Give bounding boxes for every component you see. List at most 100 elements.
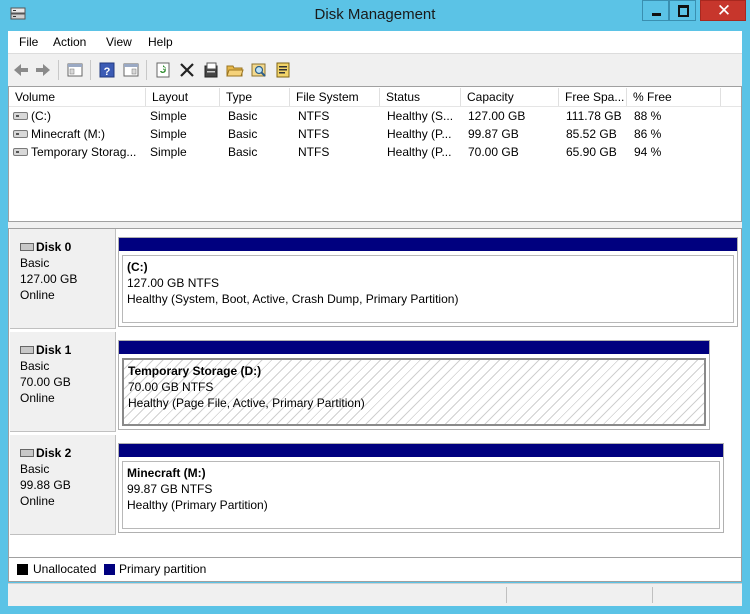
- window-title: Disk Management: [314, 6, 436, 23]
- volume-icon: [13, 130, 28, 138]
- disk-icon: [20, 449, 34, 457]
- properties-pane-icon[interactable]: [122, 61, 140, 79]
- volume-icon: [13, 148, 28, 156]
- partition-body[interactable]: (C:) 127.00 GB NTFS Healthy (System, Boo…: [122, 255, 734, 323]
- disk-row-2: Disk 2 Basic 99.88 GB Online Minecraft (…: [9, 435, 741, 535]
- partition-size: 99.87 GB NTFS: [127, 482, 213, 496]
- volume-file-system: NTFS: [298, 145, 330, 159]
- disk-management-app-icon[interactable]: [10, 7, 26, 21]
- disk-label-0[interactable]: Disk 0 Basic 127.00 GB Online: [10, 229, 116, 329]
- volume-list[interactable]: Volume Layout Type File System Status Ca…: [8, 86, 742, 222]
- volume-capacity: 99.87 GB: [468, 127, 519, 141]
- disk-name: Disk 1: [36, 343, 72, 357]
- refresh-icon[interactable]: [154, 61, 172, 79]
- disk-state: Online: [20, 288, 55, 302]
- back-arrow-icon[interactable]: [12, 61, 30, 79]
- partition-body-selected[interactable]: Temporary Storage (D:) 70.00 GB NTFS Hea…: [122, 358, 706, 426]
- close-icon: ✕: [716, 1, 732, 21]
- menu-help[interactable]: Help: [148, 35, 173, 49]
- partition-status: Healthy (Primary Partition): [127, 498, 268, 512]
- volume-capacity: 127.00 GB: [468, 109, 526, 123]
- partition-color-bar: [119, 341, 709, 354]
- minimize-button[interactable]: [642, 0, 669, 21]
- column-header-status[interactable]: Status: [380, 88, 461, 106]
- volume-layout: Simple: [150, 127, 187, 141]
- disk-view[interactable]: Disk 0 Basic 127.00 GB Online (C:) 127.0…: [8, 228, 742, 558]
- disk-label-1[interactable]: Disk 1 Basic 70.00 GB Online: [10, 332, 116, 432]
- disk-type: Basic: [20, 462, 50, 476]
- delete-icon[interactable]: [178, 61, 196, 79]
- legend-label-unallocated: Unallocated: [33, 562, 97, 576]
- partition-color-bar: [119, 238, 737, 251]
- legend: Unallocated Primary partition: [8, 558, 742, 582]
- close-button[interactable]: ✕: [700, 0, 746, 21]
- column-header-volume[interactable]: Volume: [9, 88, 146, 106]
- disk-size: 70.00 GB: [20, 375, 71, 389]
- volume-status: Healthy (P...: [387, 127, 452, 141]
- svg-text:?: ?: [104, 66, 111, 78]
- disk-management-window: Disk Management ✕ File Action View Help …: [0, 0, 750, 614]
- toolbar-separator: [90, 60, 91, 80]
- volume-percent-free: 86 %: [634, 127, 662, 141]
- export-icon[interactable]: [274, 61, 292, 79]
- partition-title: (C:): [127, 260, 148, 274]
- maximize-button[interactable]: [669, 0, 696, 21]
- partition-d[interactable]: Temporary Storage (D:) 70.00 GB NTFS Hea…: [118, 340, 710, 430]
- volume-layout: Simple: [150, 109, 187, 123]
- status-separator: [652, 587, 653, 603]
- column-header-percent-free[interactable]: % Free: [627, 88, 721, 106]
- forward-arrow-icon[interactable]: [34, 61, 52, 79]
- help-icon[interactable]: ?: [98, 61, 116, 79]
- disk-icon: [20, 346, 34, 354]
- volume-layout: Simple: [150, 145, 187, 159]
- title-bar[interactable]: Disk Management ✕: [0, 0, 750, 31]
- toolbar: ?: [8, 53, 742, 86]
- menu-action[interactable]: Action: [53, 35, 86, 49]
- disk-row-1: Disk 1 Basic 70.00 GB Online Temporary S…: [9, 332, 741, 432]
- volume-type: Basic: [228, 127, 258, 141]
- toolbar-separator: [146, 60, 147, 80]
- table-row[interactable]: Minecraft (M:) Simple Basic NTFS Healthy…: [9, 125, 741, 143]
- legend-label-primary: Primary partition: [119, 562, 207, 576]
- disk-size: 127.00 GB: [20, 272, 78, 286]
- column-header-capacity[interactable]: Capacity: [461, 88, 559, 106]
- properties-icon[interactable]: [202, 61, 220, 79]
- disk-row-0: Disk 0 Basic 127.00 GB Online (C:) 127.0…: [9, 229, 741, 329]
- disk-label-2[interactable]: Disk 2 Basic 99.88 GB Online: [10, 435, 116, 535]
- disk-type: Basic: [20, 359, 50, 373]
- console-tree-icon[interactable]: [66, 61, 84, 79]
- menu-bar: File Action View Help: [8, 31, 742, 53]
- disk-type: Basic: [20, 256, 50, 270]
- volume-type: Basic: [228, 145, 258, 159]
- partition-status: Healthy (Page File, Active, Primary Part…: [128, 396, 365, 410]
- legend-swatch-unallocated: [17, 564, 28, 575]
- volume-file-system: NTFS: [298, 127, 330, 141]
- disk-state: Online: [20, 494, 55, 508]
- volume-percent-free: 88 %: [634, 109, 662, 123]
- volume-free-space: 65.90 GB: [566, 145, 617, 159]
- partition-size: 70.00 GB NTFS: [128, 380, 214, 394]
- legend-swatch-primary: [104, 564, 115, 575]
- menu-file[interactable]: File: [19, 35, 38, 49]
- volume-capacity: 70.00 GB: [468, 145, 519, 159]
- column-header-free-space[interactable]: Free Spa...: [559, 88, 627, 106]
- partition-size: 127.00 GB NTFS: [127, 276, 220, 290]
- partition-c[interactable]: (C:) 127.00 GB NTFS Healthy (System, Boo…: [118, 237, 738, 327]
- open-icon[interactable]: [226, 61, 244, 79]
- column-header-type[interactable]: Type: [220, 88, 290, 106]
- volume-name: Temporary Storag...: [31, 145, 137, 159]
- volume-type: Basic: [228, 109, 258, 123]
- volume-status: Healthy (P...: [387, 145, 452, 159]
- status-separator: [506, 587, 507, 603]
- column-header-file-system[interactable]: File System: [290, 88, 380, 106]
- table-row[interactable]: (C:) Simple Basic NTFS Healthy (S... 127…: [9, 107, 741, 125]
- explore-icon[interactable]: [250, 61, 268, 79]
- volume-name: Minecraft (M:): [31, 127, 106, 141]
- toolbar-separator: [58, 60, 59, 80]
- partition-body[interactable]: Minecraft (M:) 99.87 GB NTFS Healthy (Pr…: [122, 461, 720, 529]
- column-header-layout[interactable]: Layout: [146, 88, 220, 106]
- menu-view[interactable]: View: [106, 35, 132, 49]
- volume-percent-free: 94 %: [634, 145, 662, 159]
- partition-m[interactable]: Minecraft (M:) 99.87 GB NTFS Healthy (Pr…: [118, 443, 724, 533]
- table-row[interactable]: Temporary Storag... Simple Basic NTFS He…: [9, 143, 741, 161]
